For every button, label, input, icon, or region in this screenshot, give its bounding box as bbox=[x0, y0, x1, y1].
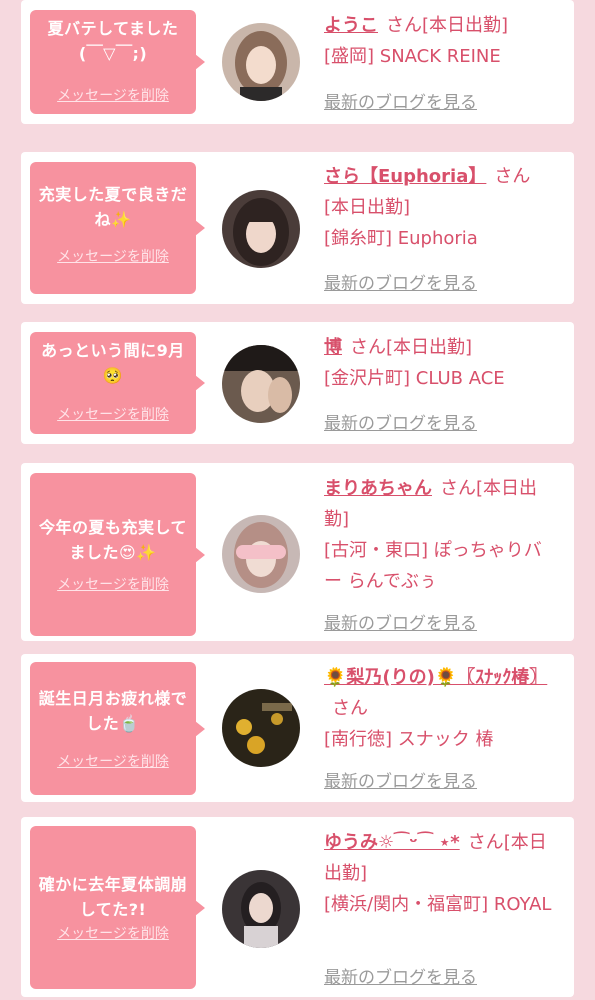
delete-message-link[interactable]: メッセージを削除 bbox=[30, 246, 196, 266]
delete-message-link[interactable]: メッセージを削除 bbox=[30, 923, 196, 943]
cast-info: 博さん[本日出勤] [金沢片町] CLUB ACE bbox=[324, 332, 559, 394]
avatar[interactable] bbox=[222, 23, 300, 101]
latest-blog-link[interactable]: 最新のブログを見る bbox=[324, 767, 477, 792]
status-text: [本日出勤] bbox=[386, 337, 473, 358]
shop-text: [横浜/関内・福富町] ROYAL bbox=[324, 894, 552, 915]
message-text: あっという間に9月🥺 bbox=[41, 341, 185, 385]
message-card: 誕生日月お疲れ様でした🍵 メッセージを削除 🌻梨乃(りの)🌻〖ｽﾅｯｸ椿〗さん … bbox=[21, 654, 574, 802]
cast-info: 🌻梨乃(りの)🌻〖ｽﾅｯｸ椿〗さん [南行徳] スナック 椿 bbox=[324, 662, 559, 755]
message-text: 夏バテしてました(￣▽￣;) bbox=[47, 19, 179, 63]
message-text: 確かに去年夏体調崩してた?! bbox=[38, 875, 188, 919]
status-text: [本日出勤] bbox=[422, 15, 509, 36]
message-bubble: あっという間に9月🥺 メッセージを削除 bbox=[30, 332, 205, 434]
message-text: 充実した夏で良きだね✨ bbox=[38, 185, 188, 229]
latest-blog-link[interactable]: 最新のブログを見る bbox=[324, 269, 477, 294]
avatar[interactable] bbox=[222, 515, 300, 593]
honorific: さん bbox=[467, 832, 504, 853]
message-card: あっという間に9月🥺 メッセージを削除 博さん[本日出勤] [金沢片町] CLU… bbox=[21, 322, 574, 444]
shop-text: [南行徳] スナック 椿 bbox=[324, 729, 494, 750]
avatar[interactable] bbox=[222, 689, 300, 767]
cast-name-link[interactable]: ゆうみ☼︎⁀ᵕ⁀ ⋆* bbox=[324, 832, 460, 853]
delete-message-link[interactable]: メッセージを削除 bbox=[30, 574, 196, 594]
avatar[interactable] bbox=[222, 870, 300, 948]
honorific: さん bbox=[350, 337, 386, 358]
avatar[interactable] bbox=[222, 190, 300, 268]
delete-message-link[interactable]: メッセージを削除 bbox=[30, 404, 196, 424]
delete-message-link[interactable]: メッセージを削除 bbox=[30, 751, 196, 771]
message-bubble: 夏バテしてました(￣▽￣;) メッセージを削除 bbox=[30, 10, 205, 114]
shop-text: [金沢片町] CLUB ACE bbox=[324, 368, 505, 389]
cast-name-link[interactable]: さら【Euphoria】 bbox=[324, 166, 486, 187]
cast-info: さら【Euphoria】 さん [本日出勤] [錦糸町] Euphoria bbox=[324, 161, 559, 254]
status-text: [本日出勤] bbox=[324, 197, 411, 218]
message-text: 今年の夏も充実してました😍✨ bbox=[38, 518, 188, 562]
message-card: 確かに去年夏体調崩してた?! メッセージを削除 ゆうみ☼︎⁀ᵕ⁀ ⋆* さん[本日… bbox=[21, 817, 574, 997]
message-bubble: 充実した夏で良きだね✨ メッセージを削除 bbox=[30, 162, 205, 294]
cast-name-link[interactable]: 博 bbox=[324, 337, 342, 358]
cast-info: ゆうみ☼︎⁀ᵕ⁀ ⋆* さん[本日出勤] [横浜/関内・福富町] ROYAL bbox=[324, 827, 559, 920]
message-card: 夏バテしてました(￣▽￣;) メッセージを削除 ようこ さん[本日出勤] [盛岡]… bbox=[21, 0, 574, 124]
honorific: さん bbox=[440, 478, 476, 499]
cast-name-link[interactable]: 🌻梨乃(りの)🌻〖ｽﾅｯｸ椿〗 bbox=[324, 667, 547, 688]
delete-message-link[interactable]: メッセージを削除 bbox=[30, 85, 196, 105]
message-card: 今年の夏も充実してました😍✨ メッセージを削除 まりあちゃん さん[本日出勤] [… bbox=[21, 463, 574, 641]
honorific: さん bbox=[386, 15, 422, 36]
cast-name-link[interactable]: まりあちゃん bbox=[324, 478, 432, 499]
latest-blog-link[interactable]: 最新のブログを見る bbox=[324, 609, 477, 634]
message-bubble: 今年の夏も充実してました😍✨ メッセージを削除 bbox=[30, 473, 205, 636]
cast-info: まりあちゃん さん[本日出勤] [古河・東口] ぽっちゃりバー らんでぶぅ bbox=[324, 473, 559, 597]
honorific: さん bbox=[332, 698, 368, 719]
latest-blog-link[interactable]: 最新のブログを見る bbox=[324, 963, 477, 988]
cast-name-link[interactable]: ようこ bbox=[324, 15, 378, 36]
message-card: 充実した夏で良きだね✨ メッセージを削除 さら【Euphoria】 さん [本日出… bbox=[21, 152, 574, 304]
latest-blog-link[interactable]: 最新のブログを見る bbox=[324, 409, 477, 434]
shop-text: [盛岡] SNACK REINE bbox=[324, 46, 501, 67]
cast-info: ようこ さん[本日出勤] [盛岡] SNACK REINE bbox=[324, 10, 559, 72]
message-bubble: 誕生日月お疲れ様でした🍵 メッセージを削除 bbox=[30, 662, 205, 795]
honorific: さん bbox=[494, 166, 531, 187]
message-text: 誕生日月お疲れ様でした🍵 bbox=[38, 689, 188, 733]
shop-text: [錦糸町] Euphoria bbox=[324, 228, 478, 249]
avatar[interactable] bbox=[222, 345, 300, 423]
shop-text: [古河・東口] ぽっちゃりバー らんでぶぅ bbox=[324, 540, 542, 592]
message-bubble: 確かに去年夏体調崩してた?! メッセージを削除 bbox=[30, 826, 205, 989]
latest-blog-link[interactable]: 最新のブログを見る bbox=[324, 88, 477, 113]
